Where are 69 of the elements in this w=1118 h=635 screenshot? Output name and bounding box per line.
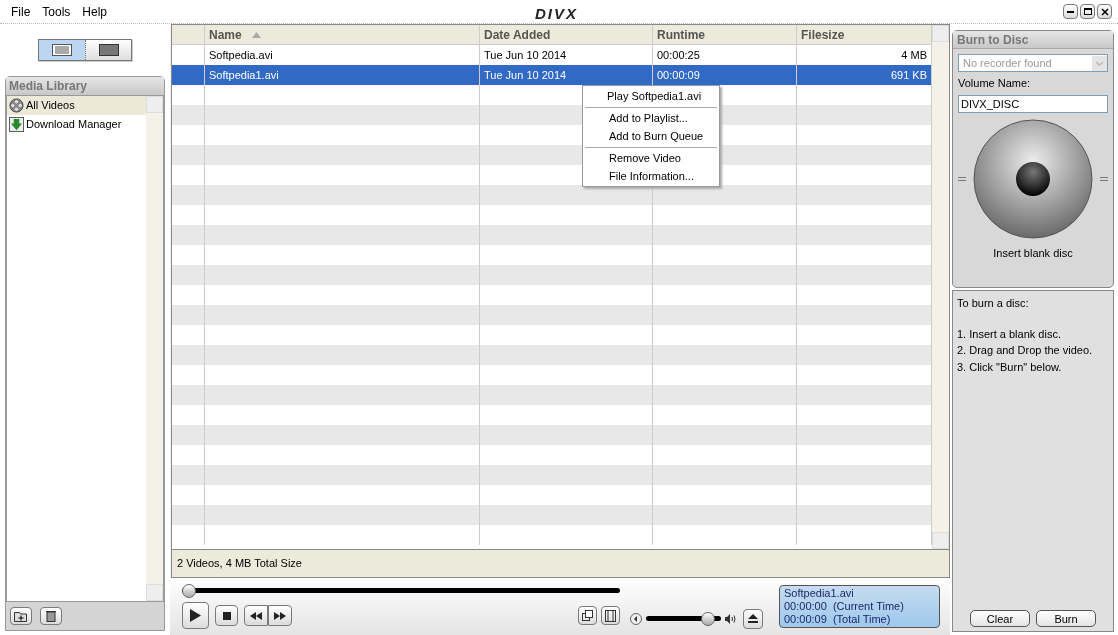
eject-button[interactable] [743, 608, 763, 629]
seek-bar[interactable] [182, 584, 620, 598]
library-item[interactable]: All Videos [7, 96, 146, 115]
stop-button[interactable] [215, 605, 238, 626]
trash-icon [46, 610, 56, 622]
stop-icon [222, 611, 231, 620]
close-icon [1100, 7, 1109, 16]
slider-thumb[interactable] [182, 584, 196, 598]
slider-thumb[interactable] [700, 611, 715, 626]
library-item[interactable]: Download Manager [7, 115, 146, 134]
tile-view-button[interactable] [85, 40, 131, 60]
tile-icon [98, 44, 119, 56]
popout-icon [582, 610, 593, 621]
menu-item[interactable]: Help [77, 2, 113, 21]
volume-slider[interactable] [646, 611, 721, 626]
now-playing-line: 00:00:09 (Total Time) [784, 613, 892, 626]
context-menu-item[interactable]: Play Softpedia1.avi [583, 87, 719, 105]
folder-plus-icon [14, 610, 28, 622]
maximize-button[interactable] [1080, 4, 1095, 19]
context-menu-item[interactable]: File Information... [585, 167, 717, 185]
film-button[interactable] [601, 606, 620, 625]
close-button[interactable] [1097, 4, 1112, 19]
action-button[interactable]: Burn [1036, 610, 1096, 627]
field-label: Volume Name: [958, 76, 1032, 91]
disc-caption: Insert blank disc [993, 245, 1073, 261]
context-menu-item[interactable]: Add to Playlist... [585, 109, 717, 127]
panel-title: Media Library [6, 77, 164, 95]
eject-icon [748, 614, 758, 623]
play-button[interactable] [182, 602, 209, 629]
status-text: 2 Videos, 4 MB Total Size [177, 556, 302, 572]
volume-name-input[interactable]: DIVX_DISC [958, 94, 1108, 113]
fast-forward-button[interactable] [268, 605, 292, 626]
film-reel-icon [9, 98, 24, 113]
instruction-step: 3. Click "Burn" below. [957, 358, 1109, 375]
sort-up-icon [251, 31, 261, 38]
scrollbar[interactable] [146, 96, 163, 601]
minimize-button[interactable] [1063, 4, 1078, 19]
table-row[interactable]: Softpedia1.avi Tue Jun 10 2014 00:00:09 691 KB [172, 65, 932, 85]
delete-button[interactable] [40, 607, 62, 625]
scrollbar[interactable] [932, 25, 949, 549]
instructions-title: To burn a disc: [957, 296, 1030, 311]
app-logo: DIVX [535, 4, 578, 24]
instruction-step: 1. Insert a blank disc. [957, 325, 1109, 342]
now-playing-line: 00:00:00 (Current Time) [784, 600, 905, 613]
fast-forward-icon [274, 611, 286, 620]
list-view-button[interactable] [39, 40, 85, 60]
chevron-down-icon [1092, 55, 1107, 71]
popout-button[interactable] [578, 606, 597, 625]
column-header[interactable]: Name [205, 25, 480, 44]
context-menu-item[interactable]: Add to Burn Queue [585, 127, 717, 145]
add-folder-button[interactable] [10, 607, 32, 625]
now-playing-line: Softpedia1.avi [784, 587, 855, 600]
action-button[interactable]: Clear [970, 610, 1030, 627]
column-header[interactable]: Runtime [653, 25, 797, 44]
instruction-step: 2. Drag and Drop the video. [957, 342, 1109, 359]
column-header[interactable]: Date Added [480, 25, 653, 44]
volume-high-icon [725, 613, 737, 624]
context-menu-item[interactable]: Remove Video [585, 149, 717, 167]
menu-item[interactable]: File [6, 2, 36, 21]
rewind-icon [250, 611, 262, 620]
list-icon [52, 44, 72, 56]
film-icon [605, 609, 616, 622]
download-arrow-icon [9, 117, 24, 132]
panel-title: Burn to Disc [953, 31, 1113, 49]
rewind-button[interactable] [244, 605, 268, 626]
play-icon [190, 609, 201, 622]
disc-icon [973, 118, 1093, 239]
menu-item[interactable]: Tools [37, 2, 76, 21]
volume-low-icon [630, 612, 642, 625]
